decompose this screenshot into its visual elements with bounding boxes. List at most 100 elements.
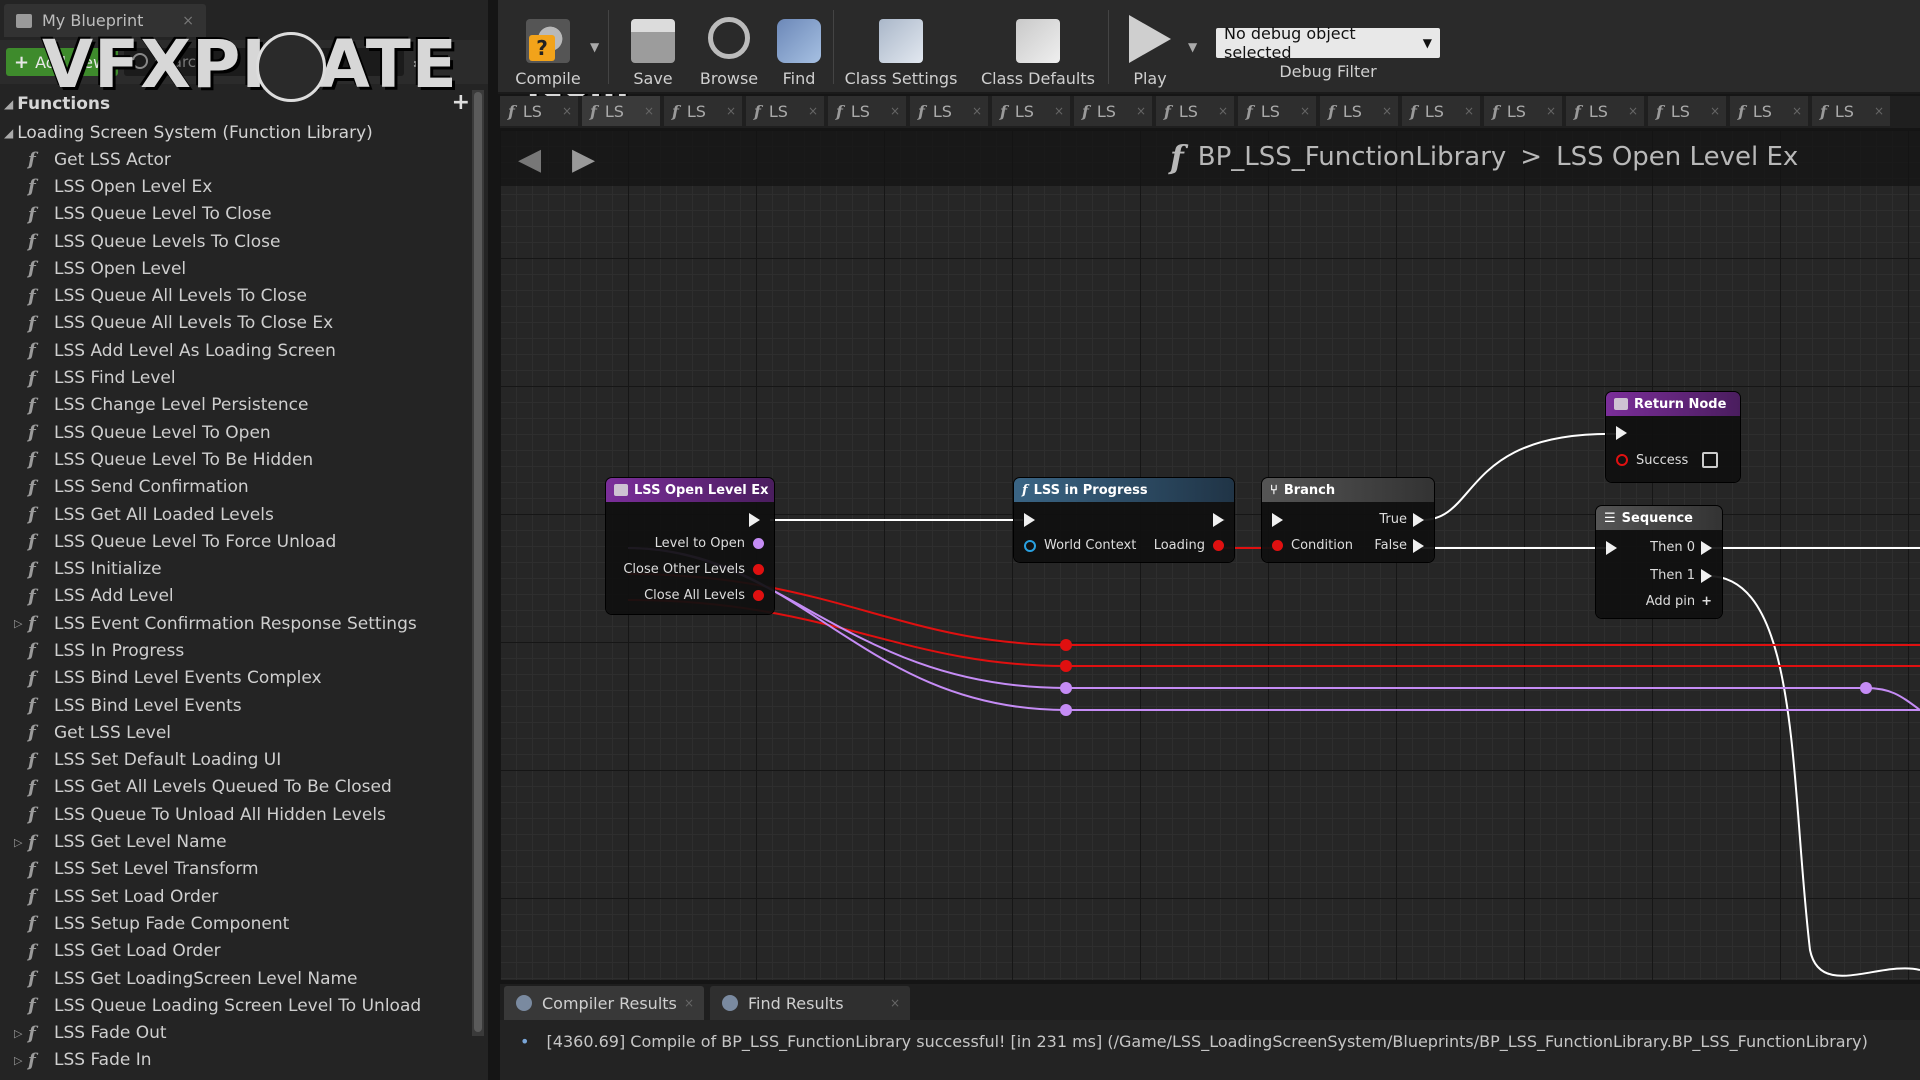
breadcrumb-root[interactable]: BP_LSS_FunctionLibrary <box>1198 142 1507 172</box>
function-tab[interactable]: f LS × <box>992 96 1070 126</box>
library-category[interactable]: ◢ Loading Screen System (Function Librar… <box>0 120 373 146</box>
function-list-item[interactable]: f LSS Get All Levels Queued To Be Closed <box>0 774 470 801</box>
node-title-bar[interactable]: ☰ Sequence <box>1596 506 1722 530</box>
arrow-right-icon[interactable]: ▶ <box>572 142 595 177</box>
search-input[interactable]: Search <box>124 48 404 76</box>
bool-pin[interactable] <box>1616 454 1628 466</box>
collapse-arrow-icon[interactable]: ◢ <box>4 97 13 111</box>
exec-out-pin[interactable] <box>749 513 760 527</box>
close-icon[interactable]: × <box>1464 104 1474 118</box>
find-button[interactable]: Find <box>773 8 825 88</box>
exec-out-pin[interactable] <box>1701 540 1712 555</box>
function-list-item[interactable]: f LSS Queue Levels To Close <box>0 228 470 255</box>
close-icon[interactable]: × <box>1136 104 1146 118</box>
close-icon[interactable]: × <box>972 104 982 118</box>
close-icon[interactable]: × <box>1382 104 1392 118</box>
reroute-node[interactable] <box>1060 704 1072 716</box>
pin-close-other-levels[interactable]: Close Other Levels <box>623 562 764 577</box>
function-list-item[interactable]: f LSS Get LoadingScreen Level Name <box>0 965 470 992</box>
function-list-item[interactable]: ▷ f LSS Event Confirmation Response Settin… <box>0 610 470 637</box>
node-title-bar[interactable]: f LSS in Progress <box>1014 478 1234 502</box>
function-list-item[interactable]: f LSS Queue All Levels To Close <box>0 282 470 309</box>
exec-in-pin[interactable] <box>1616 426 1627 440</box>
arrow-left-icon[interactable]: ◀ <box>518 142 541 177</box>
pin-success[interactable]: Success <box>1616 452 1719 468</box>
function-list-item[interactable]: f LSS Queue Loading Screen Level To Unloa… <box>0 992 470 1019</box>
blueprint-graph[interactable]: ◀ ▶ f BP_LSS_FunctionLibrary > LSS Open … <box>500 130 1920 980</box>
pin-level-to-open[interactable]: Level to Open <box>655 536 764 551</box>
close-icon[interactable]: × <box>1054 104 1064 118</box>
function-tab[interactable]: f LS × <box>1238 96 1316 126</box>
name-pin[interactable] <box>753 538 764 549</box>
branch-node[interactable]: ⑂ Branch True Condition False <box>1262 478 1434 562</box>
function-tab[interactable]: f LS × <box>500 96 578 126</box>
bool-pin[interactable] <box>1213 540 1224 551</box>
function-list-item[interactable]: f LSS Open Level Ex <box>0 173 470 200</box>
tab-compiler-results[interactable]: Compiler Results × <box>504 986 704 1020</box>
exec-in-pin[interactable] <box>1606 541 1617 555</box>
function-list-item[interactable]: f LSS Add Level <box>0 583 470 610</box>
compile-options-dropdown-icon[interactable]: ▼ <box>590 40 599 54</box>
function-list-item[interactable]: f LSS Queue All Levels To Close Ex <box>0 310 470 337</box>
pin-false[interactable]: False <box>1374 538 1424 553</box>
close-icon[interactable]: × <box>726 104 736 118</box>
close-icon[interactable]: × <box>562 104 572 118</box>
functions-section-header[interactable]: ◢ Functions + <box>0 90 470 118</box>
tab-find-results[interactable]: Find Results × <box>710 986 910 1020</box>
close-icon[interactable]: × <box>1300 104 1310 118</box>
log-entry[interactable]: • [4360.69] Compile of BP_LSS_FunctionLi… <box>520 1032 1868 1051</box>
expand-arrow-icon[interactable]: ▷ <box>14 1054 22 1067</box>
function-list-item[interactable]: f LSS Queue Level To Force Unload <box>0 528 470 555</box>
function-tab[interactable]: f LS × <box>1812 96 1890 126</box>
close-icon[interactable]: × <box>890 996 900 1010</box>
function-list-item[interactable]: f LSS Queue Level To Close <box>0 201 470 228</box>
function-list-item[interactable]: f Get LSS Level <box>0 719 470 746</box>
add-new-button[interactable]: + Add New <box>6 48 118 76</box>
function-tab[interactable]: f LS × <box>1566 96 1644 126</box>
function-list-item[interactable]: f LSS Queue Level To Open <box>0 419 470 446</box>
function-list-item[interactable]: f LSS Set Level Transform <box>0 856 470 883</box>
class-settings-button[interactable]: Class Settings <box>843 8 959 88</box>
function-tab[interactable]: f LS × <box>1648 96 1726 126</box>
bool-pin[interactable] <box>753 590 764 601</box>
compile-button[interactable]: ? Compile <box>508 8 588 88</box>
function-tab[interactable]: f LS × <box>1156 96 1234 126</box>
object-pin[interactable] <box>1024 539 1036 552</box>
function-list-item[interactable]: ▷ f LSS Get Level Name <box>0 828 470 855</box>
close-icon[interactable]: × <box>1792 104 1802 118</box>
close-icon[interactable]: × <box>1628 104 1638 118</box>
expand-arrow-icon[interactable]: ▷ <box>14 617 22 630</box>
close-icon[interactable]: × <box>684 996 694 1010</box>
function-tab[interactable]: f LS × <box>1730 96 1808 126</box>
add-pin-button[interactable]: Add pin + <box>1646 594 1712 609</box>
function-list-item[interactable]: f LSS In Progress <box>0 637 470 664</box>
expand-arrow-icon[interactable]: ▷ <box>14 836 22 849</box>
pin-condition[interactable]: Condition <box>1272 538 1353 553</box>
close-icon[interactable]: × <box>1874 104 1884 118</box>
node-title-bar[interactable]: LSS Open Level Ex <box>606 478 774 502</box>
function-list-item[interactable]: f LSS Queue To Unload All Hidden Levels <box>0 801 470 828</box>
return-node[interactable]: Return Node Success <box>1606 392 1740 482</box>
pin-loading[interactable]: Loading <box>1154 538 1224 553</box>
exec-out-pin[interactable] <box>1213 513 1224 527</box>
left-panel-scrollbar[interactable] <box>472 90 484 1036</box>
function-list-item[interactable]: f LSS Open Level <box>0 255 470 282</box>
function-list-item[interactable]: f LSS Change Level Persistence <box>0 392 470 419</box>
node-title-bar[interactable]: ⑂ Branch <box>1262 478 1434 502</box>
exec-in-pin[interactable] <box>1272 513 1283 527</box>
pin-true[interactable]: True <box>1379 512 1424 527</box>
function-list-item[interactable]: f LSS Get All Loaded Levels <box>0 501 470 528</box>
pin-then-0[interactable]: Then 0 <box>1650 540 1712 555</box>
gear-icon[interactable]: ⚙ <box>412 52 430 76</box>
close-icon[interactable]: × <box>1546 104 1556 118</box>
expand-arrow-icon[interactable]: ▷ <box>14 1027 22 1040</box>
function-entry-node[interactable]: LSS Open Level Ex Level to Open Close Ot… <box>606 478 774 614</box>
function-tab[interactable]: f LS × <box>1484 96 1562 126</box>
reroute-node[interactable] <box>1060 682 1072 694</box>
sequence-node[interactable]: ☰ Sequence Then 0 Then 1 Add pin + <box>1596 506 1722 618</box>
exec-out-pin[interactable] <box>1413 512 1424 527</box>
function-tab[interactable]: f LS × <box>1320 96 1398 126</box>
bool-pin[interactable] <box>1272 540 1283 551</box>
browse-button[interactable]: Browse <box>693 8 765 88</box>
function-list-item[interactable]: f LSS Setup Fade Component <box>0 910 470 937</box>
